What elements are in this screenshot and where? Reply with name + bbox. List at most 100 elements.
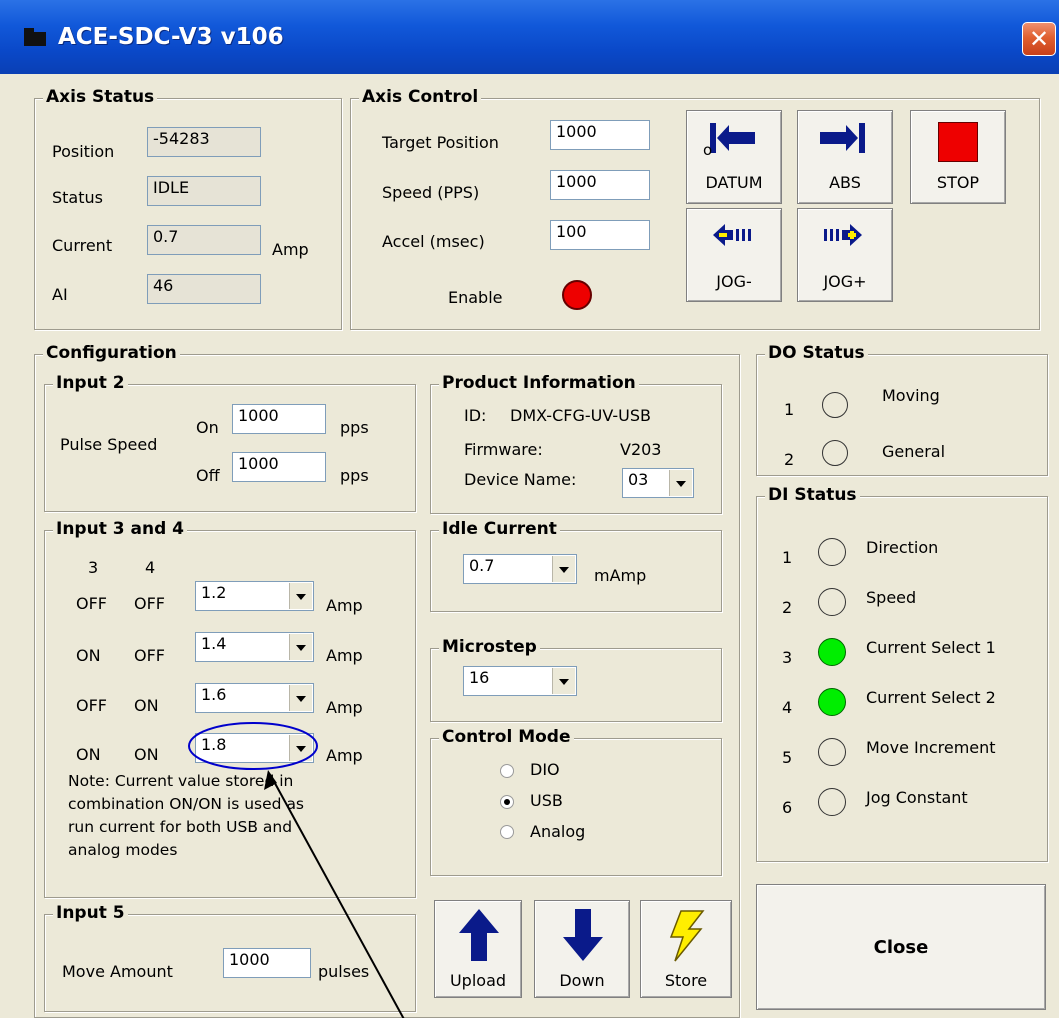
- enable-label: Enable: [448, 288, 503, 307]
- row3-input4-state: ON: [134, 696, 159, 715]
- bottom-strip: [0, 1018, 1059, 1034]
- datum-label: DATUM: [705, 173, 763, 192]
- chevron-down-icon[interactable]: [289, 735, 312, 761]
- do1-number: 1: [784, 400, 795, 419]
- pulse-on-unit: pps: [340, 418, 369, 437]
- di6-label: Jog Constant: [866, 788, 968, 807]
- status-label: Status: [52, 188, 103, 207]
- mode-dio-label: DIO: [530, 760, 560, 779]
- stop-square-icon: [938, 122, 978, 162]
- store-label: Store: [664, 971, 708, 990]
- download-button[interactable]: Down: [534, 900, 630, 998]
- row1-input4-state: OFF: [134, 594, 165, 613]
- idle-current-select[interactable]: 0.7: [463, 554, 577, 584]
- do1-indicator: [822, 392, 848, 418]
- target-position-input[interactable]: 1000: [550, 120, 650, 150]
- jog-plus-button[interactable]: JOG+: [797, 208, 893, 302]
- jog-minus-button[interactable]: JOG-: [686, 208, 782, 302]
- di2-number: 2: [782, 598, 793, 617]
- close-button[interactable]: Close: [756, 884, 1046, 1010]
- do2-indicator: [822, 440, 848, 466]
- move-amount-input[interactable]: 1000: [223, 948, 311, 978]
- mode-usb-label: USB: [530, 791, 563, 810]
- datum-mark: o: [703, 141, 713, 159]
- row1-unit: Amp: [326, 596, 363, 615]
- device-name-select[interactable]: 03: [622, 468, 694, 498]
- pulse-off-unit: pps: [340, 466, 369, 485]
- pulse-off-input[interactable]: 1000: [232, 452, 326, 482]
- store-button[interactable]: Store: [640, 900, 732, 998]
- di5-number: 5: [782, 748, 793, 767]
- row4-current-select[interactable]: 1.8: [195, 733, 314, 763]
- do2-label: General: [882, 442, 946, 461]
- row2-input4-state: OFF: [134, 646, 165, 665]
- chevron-down-icon[interactable]: [289, 685, 312, 711]
- pulse-on-input[interactable]: 1000: [232, 404, 326, 434]
- mode-usb-radio[interactable]: [500, 795, 514, 809]
- move-amount-label: Move Amount: [62, 962, 173, 981]
- control-mode-group: Control Mode: [430, 727, 722, 876]
- mode-analog-radio[interactable]: [500, 825, 514, 839]
- enable-indicator: [562, 280, 592, 310]
- pulse-speed-label: Pulse Speed: [60, 435, 158, 454]
- firmware-label: Firmware:: [464, 440, 543, 459]
- speed-label: Speed (PPS): [382, 183, 480, 202]
- mode-analog-label: Analog: [530, 822, 586, 841]
- window-title: ACE-SDC-V3 v106: [58, 24, 284, 50]
- row3-current-select[interactable]: 1.6: [195, 683, 314, 713]
- row2-current-select[interactable]: 1.4: [195, 632, 314, 662]
- di6-number: 6: [782, 798, 793, 817]
- abs-button[interactable]: ABS: [797, 110, 893, 204]
- position-field: -54283: [147, 127, 261, 157]
- chevron-down-icon[interactable]: [552, 668, 575, 694]
- product-id-label: ID:: [464, 406, 487, 425]
- axis-control-title: Axis Control: [359, 87, 482, 107]
- di1-number: 1: [782, 548, 793, 567]
- ai-field: 46: [147, 274, 261, 304]
- control-mode-title: Control Mode: [439, 727, 574, 747]
- di4-number: 4: [782, 698, 793, 717]
- upload-button[interactable]: Upload: [434, 900, 522, 998]
- jog-left-icon: [713, 224, 751, 246]
- speed-input[interactable]: 1000: [550, 170, 650, 200]
- row4-unit: Amp: [326, 746, 363, 765]
- arrow-right-bar-icon: [820, 123, 865, 153]
- chevron-down-icon[interactable]: [289, 634, 312, 660]
- current-label: Current: [52, 236, 113, 255]
- di4-indicator: [818, 688, 846, 716]
- arrow-up-icon: [459, 909, 499, 961]
- arrow-down-icon: [563, 909, 603, 961]
- pulse-off-label: Off: [196, 466, 220, 485]
- datum-button[interactable]: o DATUM: [686, 110, 782, 204]
- chevron-down-icon[interactable]: [669, 470, 692, 496]
- chevron-down-icon[interactable]: [289, 583, 312, 609]
- ai-label: AI: [52, 285, 68, 304]
- current-field: 0.7: [147, 225, 261, 255]
- jog-right-icon: [824, 224, 862, 246]
- move-amount-unit: pulses: [318, 962, 370, 981]
- di2-label: Speed: [866, 588, 917, 607]
- upload-label: Upload: [449, 971, 507, 990]
- stop-button[interactable]: STOP: [910, 110, 1006, 204]
- di3-label: Current Select 1: [866, 638, 996, 657]
- di2-indicator: [818, 588, 846, 616]
- window-close-button[interactable]: ✕: [1022, 22, 1056, 56]
- axis-status-title: Axis Status: [43, 87, 158, 107]
- position-label: Position: [52, 142, 115, 161]
- input4-column-header: 4: [145, 558, 156, 577]
- row2-input3-state: ON: [76, 646, 101, 665]
- row1-current-select[interactable]: 1.2: [195, 581, 314, 611]
- chevron-down-icon[interactable]: [552, 556, 575, 582]
- do2-number: 2: [784, 450, 795, 469]
- di6-indicator: [818, 788, 846, 816]
- di1-label: Direction: [866, 538, 939, 557]
- mode-dio-radio[interactable]: [500, 764, 514, 778]
- accel-input[interactable]: 100: [550, 220, 650, 250]
- jog-plus-label: JOG+: [823, 272, 867, 291]
- do1-label: Moving: [882, 386, 940, 405]
- row2-unit: Amp: [326, 646, 363, 665]
- microstep-select[interactable]: 16: [463, 666, 577, 696]
- product-info-title: Product Information: [439, 373, 639, 393]
- abs-label: ABS: [829, 173, 861, 192]
- firmware-value: V203: [620, 440, 662, 459]
